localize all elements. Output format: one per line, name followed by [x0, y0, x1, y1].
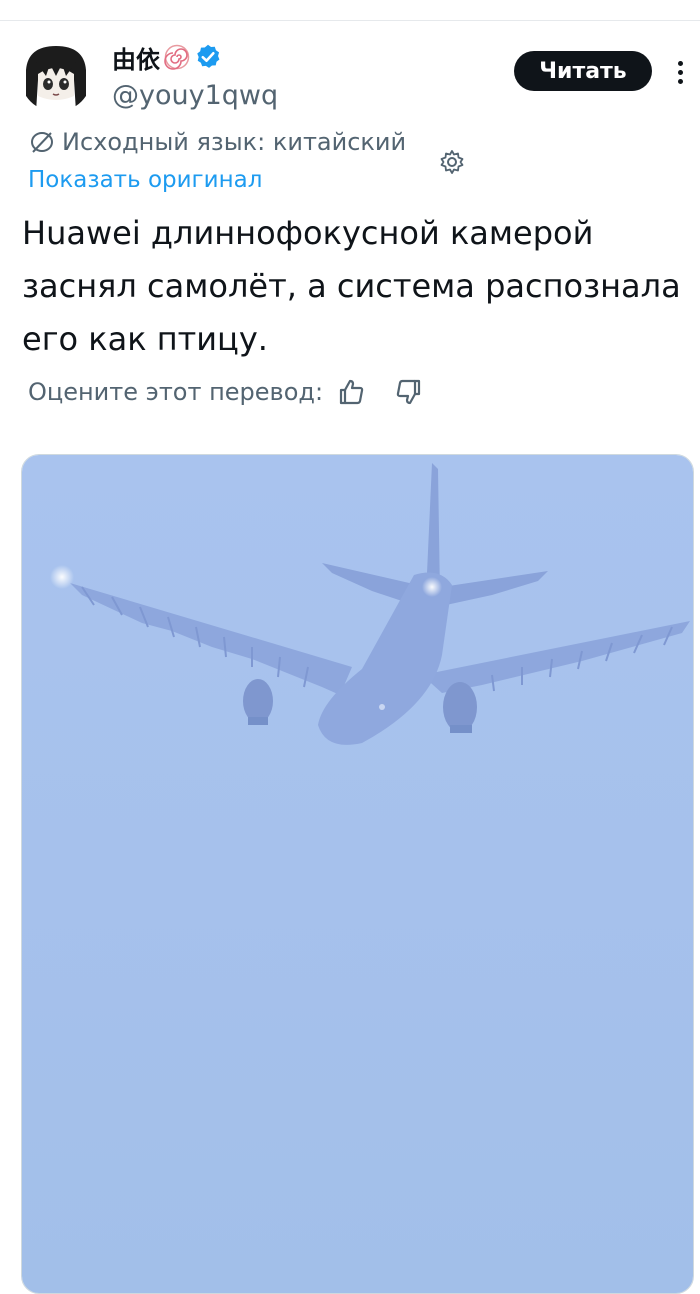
- gear-icon[interactable]: [438, 148, 466, 176]
- anime-avatar-icon: [20, 40, 92, 112]
- rate-translation-row: Оцените этот перевод:: [28, 375, 423, 409]
- rate-translation-label: Оцените этот перевод:: [28, 378, 324, 406]
- author-handle[interactable]: @youy1qwq: [112, 80, 278, 111]
- thumbs-up-icon[interactable]: [337, 377, 367, 407]
- top-divider: [0, 20, 700, 21]
- avatar[interactable]: [20, 40, 92, 112]
- translate-icon: [31, 132, 53, 153]
- show-original-link[interactable]: Показать оригинал: [28, 167, 262, 193]
- airplane-with-feathered-wings: [22, 455, 693, 1293]
- verified-badge-icon: [197, 44, 220, 68]
- follow-button[interactable]: Читать: [514, 51, 652, 91]
- naruto-swirl-icon: [164, 44, 190, 70]
- author-name-row: 由依: [112, 40, 222, 74]
- thumbs-down-icon[interactable]: [393, 377, 423, 407]
- source-language-row: Исходный язык: китайский: [28, 128, 406, 156]
- tweet-text: Huawei длиннофокусной камерой заснял сам…: [22, 214, 681, 358]
- source-language-label: Исходный язык: китайский: [62, 128, 407, 156]
- more-options-icon[interactable]: [668, 56, 692, 88]
- tweet-media-image[interactable]: [21, 454, 694, 1294]
- author-display-name[interactable]: 由依: [112, 40, 160, 75]
